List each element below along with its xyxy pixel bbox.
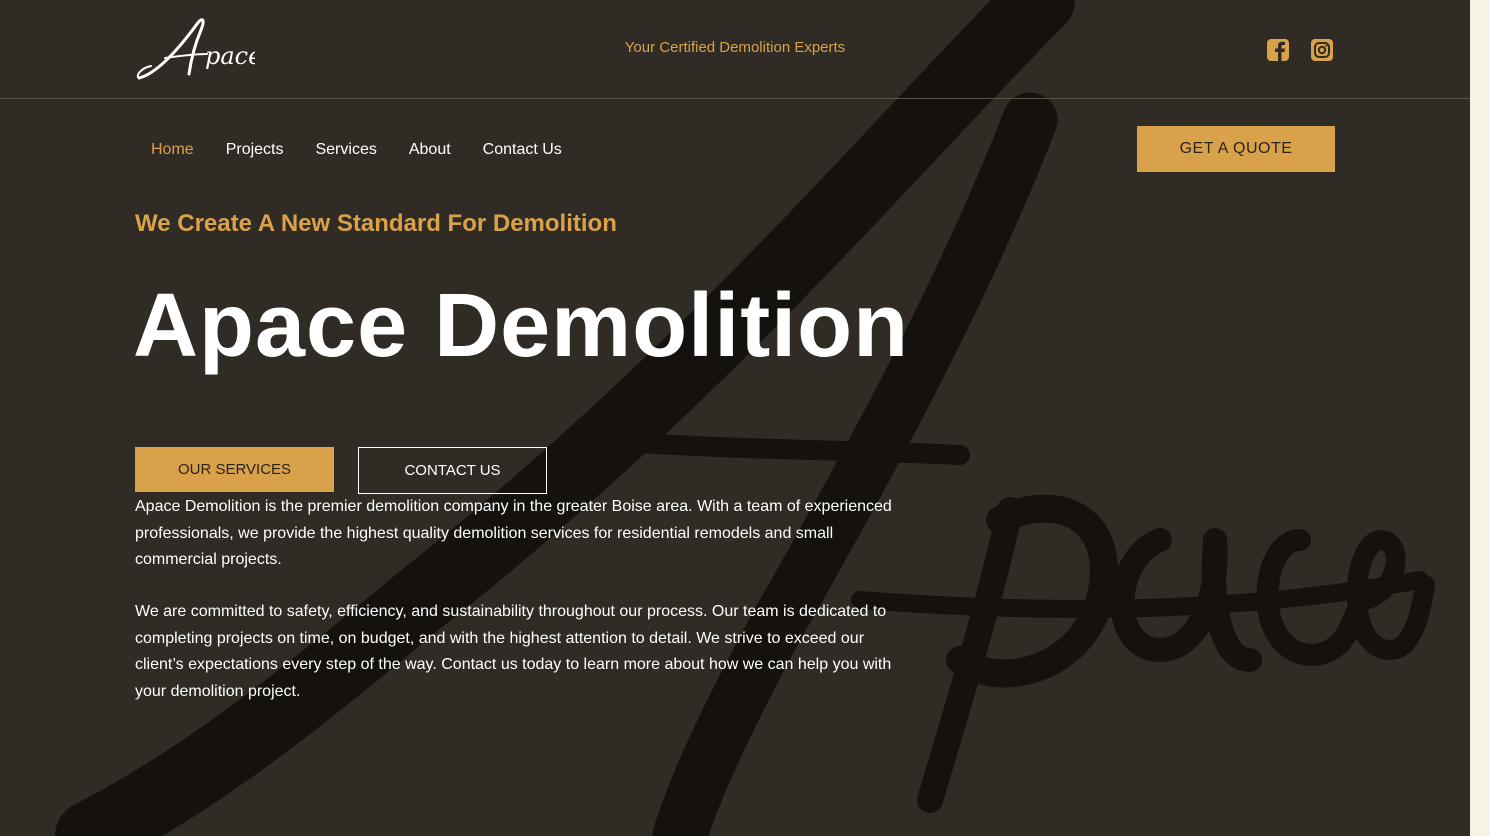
get-a-quote-button[interactable]: GET A QUOTE — [1137, 126, 1335, 172]
nav-item-contact-us[interactable]: Contact Us — [467, 138, 578, 162]
nav-item-home[interactable]: Home — [135, 138, 210, 162]
our-services-button[interactable]: OUR SERVICES — [135, 447, 334, 492]
tagline-text: Your Certified Demolition Experts — [624, 39, 846, 56]
hero-eyebrow: We Create A New Standard For Demolition — [135, 210, 617, 237]
main-nav: Home Projects Services About Contact Us — [135, 138, 578, 162]
page: pace Your Certified Demolition Experts H… — [0, 0, 1470, 836]
instagram-icon[interactable] — [1310, 38, 1334, 62]
nav-item-services[interactable]: Services — [299, 138, 392, 162]
hero-title: Apace Demolition — [133, 276, 910, 376]
tagline: Your Certified Demolition Experts — [0, 39, 1470, 56]
right-side-strip — [1470, 0, 1490, 836]
facebook-icon[interactable] — [1266, 38, 1290, 62]
hero-paragraph-1: Apace Demolition is the premier demoliti… — [135, 498, 892, 568]
contact-us-button[interactable]: CONTACT US — [358, 447, 547, 494]
top-bar: pace Your Certified Demolition Experts — [0, 0, 1470, 99]
hero-paragraph-2: We are committed to safety, efficiency, … — [135, 603, 892, 700]
nav-item-projects[interactable]: Projects — [210, 138, 300, 162]
nav-item-about[interactable]: About — [393, 138, 467, 162]
